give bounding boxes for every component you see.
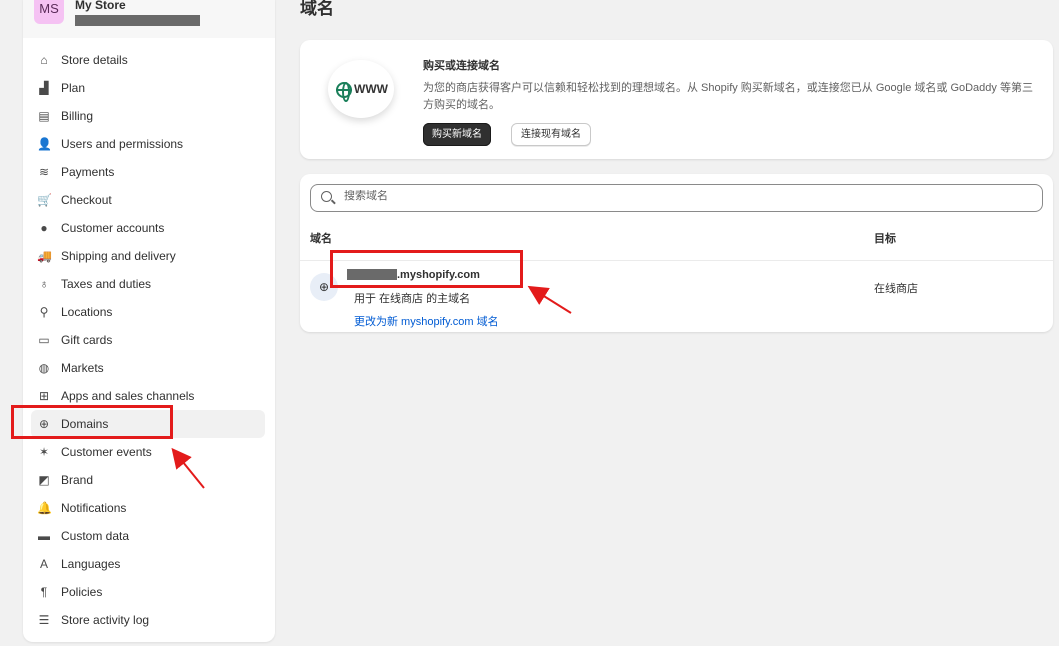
globe-icon bbox=[336, 81, 352, 102]
www-illustration: WWW bbox=[328, 60, 394, 118]
connect-existing-domain-button[interactable]: 连接现有域名 bbox=[511, 123, 591, 146]
sidebar-item-label: Shipping and delivery bbox=[61, 249, 176, 263]
sidebar-item-label: Gift cards bbox=[61, 333, 113, 347]
sidebar-item-label: Customer events bbox=[61, 445, 152, 459]
storefront-icon: ⌂ bbox=[40, 53, 48, 67]
search-icon bbox=[321, 191, 332, 202]
sidebar-item-shipping-and-delivery[interactable]: 🚚 Shipping and delivery bbox=[23, 242, 275, 270]
change-myshopify-domain-link[interactable]: 更改为新 myshopify.com 域名 bbox=[354, 313, 499, 329]
sidebar-item-customer-events[interactable]: ✶ Customer events bbox=[23, 438, 275, 466]
page-title: 域名 bbox=[300, 0, 334, 18]
sidebar-item-label: Store activity log bbox=[61, 613, 150, 627]
payments-icon: ≋ bbox=[38, 165, 50, 179]
apps-grid-icon: ⊞ bbox=[38, 389, 50, 403]
promo-title: 购买或连接域名 bbox=[423, 60, 500, 72]
sidebar-item-label: Notifications bbox=[61, 501, 127, 515]
globe-market-icon: ◍ bbox=[38, 361, 50, 375]
language-icon: A bbox=[39, 557, 48, 571]
sidebar-item-label: Plan bbox=[61, 81, 86, 95]
column-header-target: 目标 bbox=[874, 233, 896, 245]
sidebar-item-label: Locations bbox=[61, 305, 113, 319]
domain-subtitle: 用于 在线商店 的主域名 bbox=[354, 293, 471, 305]
domain-target: 在线商店 bbox=[874, 283, 918, 295]
search-input[interactable] bbox=[344, 190, 1024, 202]
store-avatar: MS bbox=[34, 0, 64, 24]
store-name: My Store bbox=[75, 0, 126, 12]
sidebar-item-checkout[interactable]: 🛒 Checkout bbox=[23, 186, 275, 214]
cart-icon: 🛒 bbox=[37, 193, 52, 207]
sidebar-item-users-and-permissions[interactable]: 👤 Users and permissions bbox=[23, 130, 275, 158]
sidebar-item-notifications[interactable]: 🔔 Notifications bbox=[23, 494, 275, 522]
annotation-box-domains bbox=[11, 405, 173, 439]
cursor-click-icon: ✶ bbox=[38, 445, 50, 459]
promo-description: 为您的商店获得客户可以信赖和轻松找到的理想域名。从 Shopify 购买新域名，… bbox=[423, 82, 1033, 111]
sidebar-item-label: Languages bbox=[61, 557, 121, 571]
sidebar-item-gift-cards[interactable]: ▭ Gift cards bbox=[23, 326, 275, 354]
list-icon: ☰ bbox=[38, 613, 50, 627]
sidebar-item-locations[interactable]: ⚲ Locations bbox=[23, 298, 275, 326]
brand-image-icon: ◩ bbox=[38, 473, 50, 487]
tax-bag-icon: ♁ bbox=[39, 277, 49, 291]
location-pin-icon: ⚲ bbox=[39, 305, 49, 319]
sidebar-item-label: Store details bbox=[61, 53, 128, 67]
sidebar-item-store-details[interactable]: ⌂ Store details bbox=[23, 46, 275, 74]
plan-chart-icon: ▟ bbox=[39, 81, 49, 95]
sidebar-item-taxes-and-duties[interactable]: ♁ Taxes and duties bbox=[23, 270, 275, 298]
sidebar-item-languages[interactable]: A Languages bbox=[23, 550, 275, 578]
person-icon: ● bbox=[40, 221, 48, 235]
bell-icon: 🔔 bbox=[37, 501, 52, 515]
sidebar-item-label: Checkout bbox=[61, 193, 112, 207]
sidebar-item-customer-accounts[interactable]: ● Customer accounts bbox=[23, 214, 275, 242]
sidebar-item-label: Policies bbox=[61, 585, 103, 599]
store-switcher[interactable]: MS My Store bbox=[23, 0, 275, 38]
truck-icon: 🚚 bbox=[37, 249, 52, 263]
settings-sidebar: MS My Store ⌂ Store details ▟ Plan ▤ Billing 👤… bbox=[23, 0, 275, 642]
settings-nav: ⌂ Store details ▟ Plan ▤ Billing 👤 Users and pe… bbox=[23, 46, 275, 634]
sidebar-item-label: Custom data bbox=[61, 529, 130, 543]
gift-card-icon: ▭ bbox=[38, 333, 50, 347]
sidebar-item-payments[interactable]: ≋ Payments bbox=[23, 158, 275, 186]
sidebar-item-custom-data[interactable]: ▬ Custom data bbox=[23, 522, 275, 550]
sidebar-item-label: Payments bbox=[61, 165, 115, 179]
domain-search[interactable] bbox=[310, 184, 1043, 212]
buy-connect-domain-card: WWW 购买或连接域名 为您的商店获得客户可以信赖和轻松找到的理想域名。从 Sh… bbox=[300, 40, 1053, 159]
sidebar-item-brand[interactable]: ◩ Brand bbox=[23, 466, 275, 494]
sidebar-item-label: Brand bbox=[61, 473, 94, 487]
sidebar-item-policies[interactable]: ¶ Policies bbox=[23, 578, 275, 606]
sidebar-item-store-activity-log[interactable]: ☰ Store activity log bbox=[23, 606, 275, 634]
redacted-store-url bbox=[75, 15, 200, 26]
sidebar-item-label: Users and permissions bbox=[61, 137, 184, 151]
buy-new-domain-button[interactable]: 购买新域名 bbox=[423, 123, 491, 146]
sidebar-item-plan[interactable]: ▟ Plan bbox=[23, 74, 275, 102]
sidebar-item-markets[interactable]: ◍ Markets bbox=[23, 354, 275, 382]
receipt-icon: ▤ bbox=[38, 109, 50, 123]
sidebar-item-label: Billing bbox=[61, 109, 94, 123]
column-header-domain: 域名 bbox=[310, 233, 332, 245]
sidebar-item-label: Taxes and duties bbox=[61, 277, 152, 291]
user-key-icon: 👤 bbox=[37, 137, 52, 151]
sidebar-item-label: Markets bbox=[61, 361, 104, 375]
database-icon: ▬ bbox=[38, 529, 50, 543]
annotation-box-domain-name bbox=[330, 250, 523, 288]
sidebar-item-label: Apps and sales channels bbox=[61, 389, 195, 403]
policy-icon: ¶ bbox=[40, 585, 48, 599]
sidebar-item-billing[interactable]: ▤ Billing bbox=[23, 102, 275, 130]
www-text: WWW bbox=[354, 82, 388, 96]
sidebar-item-label: Customer accounts bbox=[61, 221, 165, 235]
